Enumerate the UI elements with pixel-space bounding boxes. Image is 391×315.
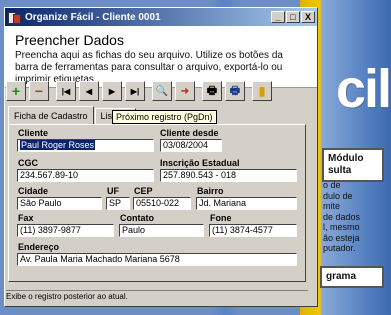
close-button[interactable]: X (301, 11, 315, 23)
next-icon: ▶ (108, 86, 116, 96)
app-icon (7, 11, 21, 24)
add-record-button[interactable]: + (6, 81, 26, 101)
cidade-field[interactable]: São Paulo (17, 197, 102, 210)
bg-line: mite (323, 201, 341, 211)
bg-line: dulo de (323, 190, 353, 201)
cliente-desde-field[interactable]: 03/08/2004 (160, 139, 222, 152)
search-button[interactable]: 🔍 (152, 81, 172, 101)
cep-field[interactable]: 05510-022 (133, 197, 191, 210)
cgc-field[interactable]: 234.567.89-10 (17, 169, 154, 182)
first-record-button[interactable]: |◀ (56, 81, 76, 101)
plus-icon: + (11, 83, 21, 99)
cep-label: CEP (134, 186, 153, 196)
bg-line: l, mesmo (323, 222, 360, 232)
background-module-line2: sulta (328, 165, 352, 176)
export-button[interactable]: ➜ (175, 81, 195, 101)
window-title: Organize Fácil - Cliente 0001 (25, 11, 161, 23)
fone-field[interactable]: (11) 3874-4577 (209, 224, 297, 237)
status-bar: Exibe o registro posterior ao atual. (6, 290, 308, 304)
cidade-label: Cidade (18, 186, 49, 196)
print-button[interactable]: 🖶 (202, 81, 222, 101)
inscricao-field[interactable]: 257.890.543 - 018 (160, 169, 297, 182)
bg-line: ão esteja (323, 232, 360, 243)
minus-icon: − (34, 83, 44, 99)
endereco-label: Endereço (18, 242, 60, 252)
print-labels-button[interactable]: 🖶 (225, 81, 245, 101)
previous-icon: ◀ (85, 86, 93, 96)
background-module-line1: Módulo (328, 153, 364, 164)
last-icon: ▶| (130, 86, 140, 96)
labels-printer-icon: 🖶 (229, 84, 241, 97)
bg-line: o de (323, 180, 341, 190)
bairro-label: Bairro (197, 186, 224, 196)
fone-label: Fone (210, 213, 232, 223)
first-icon: |◀ (61, 86, 71, 96)
background-program-button[interactable]: grama (320, 266, 384, 288)
minimize-button[interactable]: _ (271, 11, 285, 23)
printer-icon: 🖶 (206, 84, 218, 97)
title-bar[interactable]: Organize Fácil - Cliente 0001 _ □ X (5, 8, 317, 26)
uf-label: UF (107, 186, 119, 196)
cliente-desde-label: Cliente desde (160, 128, 219, 138)
exit-button[interactable]: ▮ (252, 81, 272, 101)
inscricao-label: Inscrição Estadual (160, 158, 240, 168)
door-icon: ▮ (258, 84, 266, 98)
cliente-field[interactable]: Paul Roger Roses (17, 139, 154, 152)
export-icon: ➜ (180, 85, 190, 97)
next-record-button[interactable]: ▶ (102, 81, 122, 101)
fax-label: Fax (18, 213, 34, 223)
search-icon: 🔍 (155, 85, 169, 97)
tooltip: Próximo registro (PgDn) (112, 110, 217, 124)
bairro-field[interactable]: Jd. Mariana (196, 197, 297, 210)
contato-field[interactable]: Paulo (119, 224, 204, 237)
cliente-value: Paul Roger Roses (20, 140, 96, 150)
toolbar: + − |◀ ◀ ▶ ▶| 🔍 ➜ 🖶 🖶 ▮ (6, 78, 275, 104)
bg-line: de dados (323, 211, 361, 222)
cgc-label: CGC (18, 158, 38, 168)
uf-field[interactable]: SP (106, 197, 130, 210)
background-app-text: o de dulo de mite de dados l, mesmo ão e… (323, 180, 383, 254)
background-module-button[interactable]: Módulo sulta (322, 148, 384, 182)
cliente-label: Cliente (18, 128, 49, 138)
last-record-button[interactable]: ▶| (125, 81, 145, 101)
endereco-field[interactable]: Av. Paula Maria Machado Mariana 5678 (17, 253, 297, 266)
page-title: Preencher Dados (15, 32, 124, 48)
contato-label: Contato (120, 213, 154, 223)
bg-line: putador. (323, 243, 356, 253)
tab-ficha-de-cadastro[interactable]: Ficha de Cadastro (8, 106, 94, 124)
fax-field[interactable]: (11) 3897-9877 (17, 224, 114, 237)
previous-record-button[interactable]: ◀ (79, 81, 99, 101)
delete-record-button[interactable]: − (29, 81, 49, 101)
background-app-logo-text: cil (336, 59, 391, 119)
maximize-button[interactable]: □ (286, 11, 300, 23)
